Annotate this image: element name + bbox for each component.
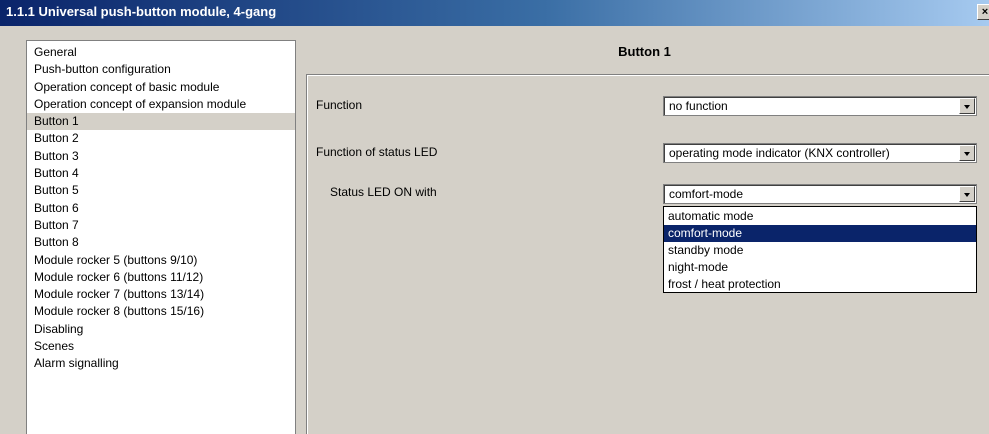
dropdown-option-standby-mode[interactable]: standby mode [664, 242, 976, 259]
status-led-function-label: Function of status LED [316, 145, 438, 159]
sidebar-item-push-button-configuration[interactable]: Push-button configuration [27, 61, 295, 78]
status-led-function-select[interactable]: operating mode indicator (KNX controller… [663, 143, 977, 163]
sidebar-item-general[interactable]: General [27, 44, 295, 61]
close-button[interactable]: × [977, 4, 989, 20]
chevron-down-icon[interactable] [959, 186, 975, 202]
close-icon: × [981, 6, 989, 18]
sidebar-item-module-rocker-5[interactable]: Module rocker 5 (buttons 9/10) [27, 252, 295, 269]
dropdown-option-night-mode[interactable]: night-mode [664, 259, 976, 276]
sidebar-item-operation-concept-basic[interactable]: Operation concept of basic module [27, 79, 295, 96]
function-select[interactable]: no function [663, 96, 977, 116]
sidebar-item-button-7[interactable]: Button 7 [27, 217, 295, 234]
sidebar-item-button-8[interactable]: Button 8 [27, 234, 295, 251]
sidebar-item-button-3[interactable]: Button 3 [27, 148, 295, 165]
sidebar-item-module-rocker-8[interactable]: Module rocker 8 (buttons 15/16) [27, 303, 295, 320]
sidebar-item-button-1[interactable]: Button 1 [27, 113, 295, 131]
sidebar-item-button-4[interactable]: Button 4 [27, 165, 295, 182]
status-led-on-dropdown-list: automatic mode comfort-mode standby mode… [663, 206, 977, 293]
function-select-value: no function [669, 99, 728, 113]
window-title: 1.1.1 Universal push-button module, 4-ga… [6, 4, 277, 19]
sidebar-item-disabling[interactable]: Disabling [27, 321, 295, 338]
sidebar-item-module-rocker-6[interactable]: Module rocker 6 (buttons 11/12) [27, 269, 295, 286]
status-led-on-label: Status LED ON with [330, 185, 437, 199]
dropdown-option-frost-heat-protection[interactable]: frost / heat protection [664, 276, 976, 293]
sidebar-item-button-5[interactable]: Button 5 [27, 182, 295, 199]
sidebar-item-button-6[interactable]: Button 6 [27, 200, 295, 217]
status-led-function-select-value: operating mode indicator (KNX controller… [669, 146, 890, 160]
dropdown-option-comfort-mode[interactable]: comfort-mode [664, 225, 976, 242]
chevron-down-icon[interactable] [959, 98, 975, 114]
sidebar-item-button-2[interactable]: Button 2 [27, 130, 295, 147]
sidebar-item-operation-concept-expansion[interactable]: Operation concept of expansion module [27, 96, 295, 113]
sidebar-item-scenes[interactable]: Scenes [27, 338, 295, 355]
sidebar-item-alarm-signalling[interactable]: Alarm signalling [27, 355, 295, 372]
title-bar: 1.1.1 Universal push-button module, 4-ga… [0, 0, 989, 26]
sidebar-item-module-rocker-7[interactable]: Module rocker 7 (buttons 13/14) [27, 286, 295, 303]
page-title: Button 1 [618, 44, 671, 59]
parameter-tree: General Push-button configuration Operat… [26, 40, 296, 434]
status-led-on-select-value: comfort-mode [669, 187, 744, 201]
function-label: Function [316, 98, 363, 112]
dropdown-option-automatic-mode[interactable]: automatic mode [664, 208, 976, 225]
status-led-on-select[interactable]: comfort-mode [663, 184, 977, 204]
chevron-down-icon[interactable] [959, 145, 975, 161]
